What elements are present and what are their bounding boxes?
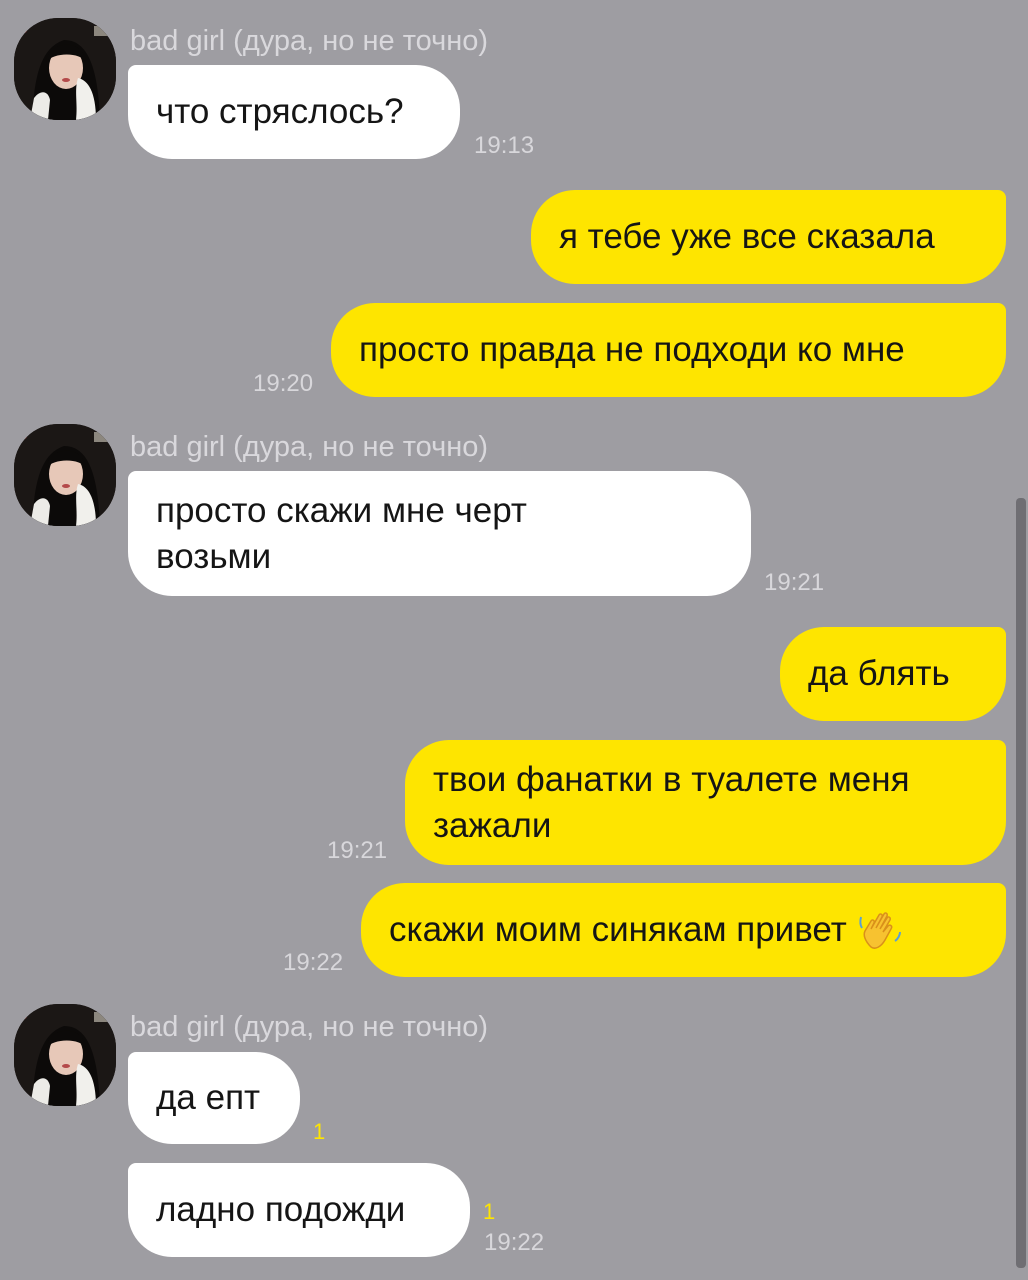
scrollbar[interactable] <box>1016 498 1026 1268</box>
sender-name: bad girl (дура, но не точно) <box>130 431 489 463</box>
message-time: 19:13 <box>474 132 535 159</box>
message-text: просто скажи мне черт возьми <box>156 490 527 576</box>
message-text: твои фанатки в туалете меня зажали <box>433 759 910 845</box>
avatar[interactable] <box>14 18 116 120</box>
message-time: 19:22 <box>484 1229 545 1256</box>
message-bubble[interactable]: ладно подожди <box>128 1163 470 1257</box>
chat-room: bad girl (дура, но не точно) что стрясло… <box>0 0 1028 1280</box>
message-bubble[interactable]: что стряслось? <box>128 65 460 159</box>
message-bubble[interactable]: я тебе уже все сказала <box>531 190 1006 284</box>
message-bubble[interactable]: просто скажи мне черт возьми <box>128 471 751 596</box>
avatar[interactable] <box>14 424 116 526</box>
message-bubble[interactable]: твои фанатки в туалете меня зажали <box>405 740 1006 865</box>
message-text: да епт <box>156 1078 261 1117</box>
waving-hand-icon <box>859 912 901 949</box>
message-text: да блять <box>808 654 950 693</box>
message-bubble[interactable]: скажи моим синякам привет <box>361 883 1006 977</box>
unread-count: 1 <box>483 1199 496 1224</box>
message-time: 19:22 <box>283 949 344 976</box>
message-text: просто правда не подходи ко мне <box>359 330 905 369</box>
message-text: я тебе уже все сказала <box>559 217 935 256</box>
message-time: 19:21 <box>327 837 388 864</box>
message-time: 19:21 <box>764 569 825 596</box>
message-time: 19:20 <box>253 370 314 397</box>
sender-name: bad girl (дура, но не точно) <box>130 25 489 57</box>
avatar[interactable] <box>14 1004 116 1106</box>
message-text: что стряслось? <box>156 92 404 131</box>
message-bubble[interactable]: да епт <box>128 1052 300 1144</box>
message-text: скажи моим синякам привет <box>389 910 847 949</box>
unread-count: 1 <box>313 1119 326 1144</box>
sender-name: bad girl (дура, но не точно) <box>130 1011 489 1043</box>
message-bubble[interactable]: просто правда не подходи ко мне <box>331 303 1006 397</box>
message-text: ладно подожди <box>156 1190 406 1229</box>
message-bubble[interactable]: да блять <box>780 627 1006 721</box>
